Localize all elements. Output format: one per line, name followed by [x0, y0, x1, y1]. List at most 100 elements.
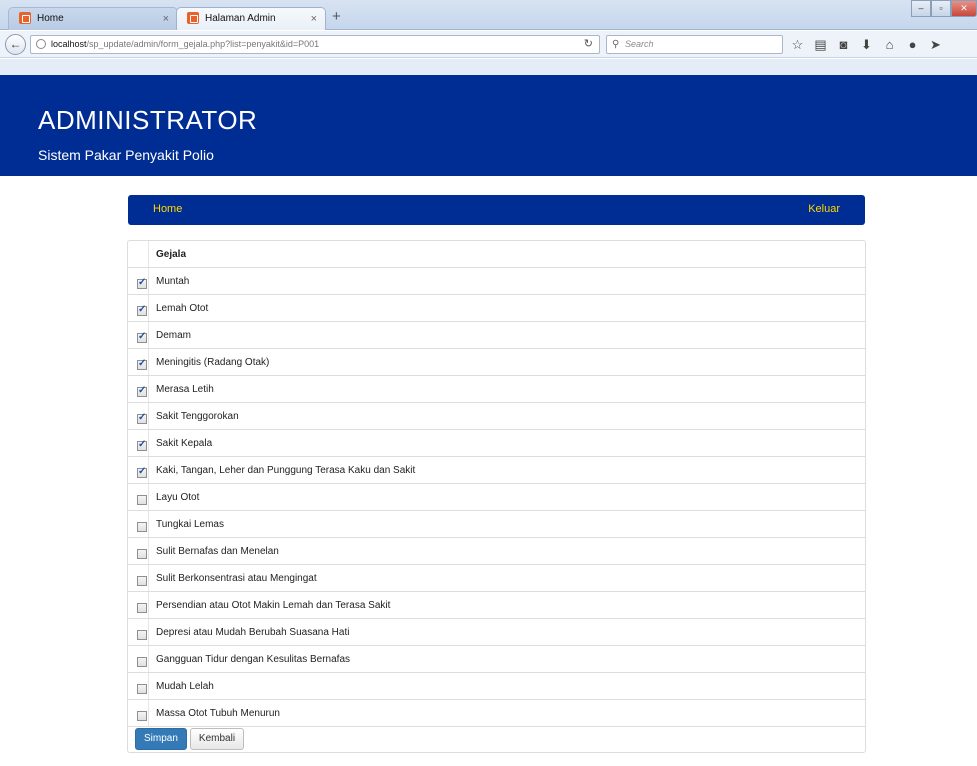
- symptom-checkbox[interactable]: [137, 630, 147, 640]
- table-bottom-border: [128, 726, 865, 727]
- url-path: /sp_update/admin/form_gejala.php?list=pe…: [86, 39, 320, 49]
- symptom-checkbox[interactable]: [137, 277, 147, 289]
- star-icon[interactable]: ☆: [790, 36, 805, 53]
- table-row: Merasa Letih: [128, 375, 865, 402]
- symptom-label: Demam: [156, 330, 192, 341]
- symptom-checkbox[interactable]: [137, 522, 147, 532]
- tab-label: Home: [37, 13, 64, 24]
- table-row: Lemah Otot: [128, 294, 865, 321]
- symptom-checkbox[interactable]: [137, 603, 147, 613]
- symptom-checkbox[interactable]: [137, 385, 147, 397]
- home-icon[interactable]: ⌂: [882, 36, 897, 53]
- column-divider: [148, 241, 149, 267]
- search-input[interactable]: ⚲ Search: [606, 35, 783, 54]
- url-host: localhost: [51, 39, 87, 49]
- table-row: Kaki, Tangan, Leher dan Punggung Terasa …: [128, 456, 865, 483]
- pocket-icon[interactable]: ◙: [836, 36, 851, 53]
- column-divider: [148, 484, 149, 510]
- symptom-label: Massa Otot Tubuh Menurun: [156, 708, 280, 719]
- maximize-icon[interactable]: ▫: [931, 0, 951, 17]
- column-divider: [148, 565, 149, 591]
- tab-label: Halaman Admin: [205, 13, 276, 24]
- tab-home[interactable]: Home ×: [8, 7, 178, 30]
- column-divider: [148, 592, 149, 618]
- search-icon: ⚲: [612, 39, 620, 50]
- close-tab-icon[interactable]: ×: [163, 8, 169, 30]
- browser-tab-bar: Home × Halaman Admin × + – ▫ ✕: [0, 0, 977, 30]
- home-link[interactable]: Home: [153, 203, 182, 215]
- table-row: Layu Otot: [128, 483, 865, 510]
- download-icon[interactable]: ⬇: [859, 36, 874, 53]
- save-button[interactable]: Simpan: [135, 728, 187, 750]
- symptom-checkbox[interactable]: [137, 711, 147, 721]
- table-row: Mudah Lelah: [128, 672, 865, 699]
- symptom-label: Sulit Berkonsentrasi atau Mengingat: [156, 573, 317, 584]
- globe-icon: [36, 39, 46, 49]
- page-header: ADMINISTRATOR Sistem Pakar Penyakit Poli…: [0, 75, 977, 176]
- column-header-gejala: Gejala: [156, 249, 187, 260]
- minimize-icon[interactable]: –: [911, 0, 931, 17]
- column-divider: [148, 322, 149, 348]
- symptom-checkbox[interactable]: [137, 304, 147, 316]
- new-tab-icon[interactable]: +: [332, 7, 341, 27]
- reading-list-icon[interactable]: ▤: [813, 36, 828, 53]
- table-header-row: Gejala: [128, 241, 865, 267]
- chat-icon[interactable]: ●: [905, 36, 920, 53]
- symptom-label: Kaki, Tangan, Leher dan Punggung Terasa …: [156, 465, 416, 476]
- symptom-checkbox[interactable]: [137, 576, 147, 586]
- window-close-icon[interactable]: ✕: [951, 0, 977, 17]
- table-row: Tungkai Lemas: [128, 510, 865, 537]
- table-row: Sulit Berkonsentrasi atau Mengingat: [128, 564, 865, 591]
- send-icon[interactable]: ➤: [928, 36, 943, 53]
- symptom-label: Lemah Otot: [156, 303, 209, 314]
- column-divider: [148, 511, 149, 537]
- column-divider: [148, 646, 149, 672]
- symptom-checkbox[interactable]: [137, 549, 147, 559]
- table-row: Massa Otot Tubuh Menurun: [128, 699, 865, 726]
- table-row: Meningitis (Radang Otak): [128, 348, 865, 375]
- reload-icon[interactable]: ↻: [584, 36, 593, 53]
- symptom-label: Persendian atau Otot Makin Lemah dan Ter…: [156, 600, 391, 611]
- column-divider: [148, 538, 149, 564]
- column-divider: [148, 268, 149, 294]
- symptom-checkbox[interactable]: [137, 439, 147, 451]
- column-divider: [148, 430, 149, 456]
- symptom-label: Tungkai Lemas: [156, 519, 224, 530]
- close-tab-icon[interactable]: ×: [311, 8, 317, 30]
- symptom-label: Meningitis (Radang Otak): [156, 357, 270, 368]
- symptom-checkbox[interactable]: [137, 412, 147, 424]
- address-bar[interactable]: localhost/sp_update/admin/form_gejala.ph…: [30, 35, 600, 54]
- symptom-checkbox[interactable]: [137, 684, 147, 694]
- search-placeholder: Search: [625, 39, 654, 49]
- table-row: Sulit Bernafas dan Menelan: [128, 537, 865, 564]
- column-divider: [148, 700, 149, 726]
- xampp-favicon-icon: [187, 12, 199, 24]
- symptom-label: Sulit Bernafas dan Menelan: [156, 546, 279, 557]
- symptom-label: Layu Otot: [156, 492, 200, 503]
- symptom-label: Merasa Letih: [156, 384, 214, 395]
- symptom-label: Gangguan Tidur dengan Kesulitas Bernafas: [156, 654, 351, 665]
- back-arrow-icon[interactable]: ←: [5, 34, 26, 55]
- symptom-checkbox[interactable]: [137, 495, 147, 505]
- table-row: Sakit Tenggorokan: [128, 402, 865, 429]
- tab-halaman-admin[interactable]: Halaman Admin ×: [176, 7, 326, 30]
- column-divider: [148, 619, 149, 645]
- logout-link[interactable]: Keluar: [808, 203, 840, 215]
- top-menu: Home Keluar: [128, 195, 865, 225]
- symptom-checkbox[interactable]: [137, 466, 147, 478]
- table-row: Depresi atau Mudah Berubah Suasana Hati: [128, 618, 865, 645]
- symptom-checkbox[interactable]: [137, 657, 147, 667]
- symptom-label: Sakit Kepala: [156, 438, 213, 449]
- column-divider: [148, 295, 149, 321]
- column-divider: [148, 673, 149, 699]
- back-button[interactable]: Kembali: [189, 728, 245, 750]
- symptom-label: Depresi atau Mudah Berubah Suasana Hati: [156, 627, 350, 638]
- symptom-checkbox[interactable]: [137, 358, 147, 370]
- symptom-label: Sakit Tenggorokan: [156, 411, 239, 422]
- table-row: Muntah: [128, 267, 865, 294]
- symptom-checkbox[interactable]: [137, 331, 147, 343]
- symptom-label: Mudah Lelah: [156, 681, 214, 692]
- form-actions: Simpan Kembali: [135, 728, 245, 750]
- browser-nav-bar: ← localhost/sp_update/admin/form_gejala.…: [0, 31, 977, 58]
- page-title: ADMINISTRATOR: [38, 105, 258, 135]
